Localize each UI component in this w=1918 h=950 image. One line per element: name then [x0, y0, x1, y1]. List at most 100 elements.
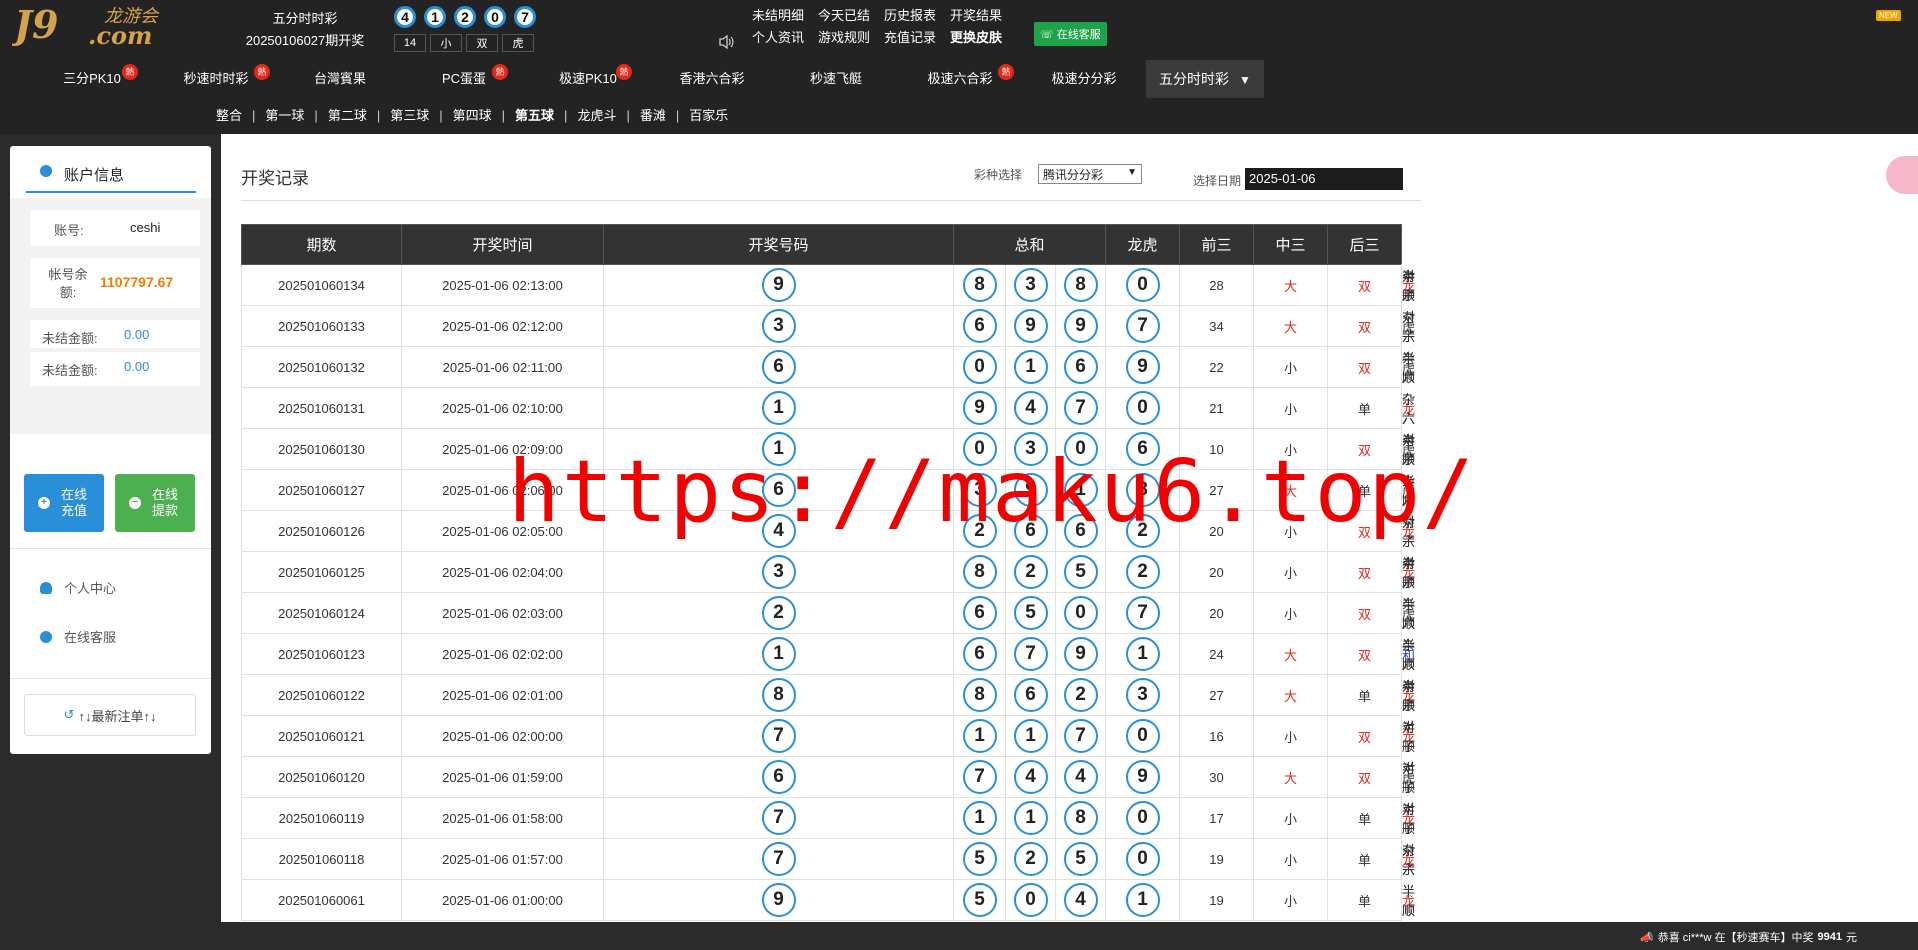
divider — [10, 678, 211, 679]
number-ball: 1 — [1125, 883, 1160, 917]
unsettled-value: 0.00 — [124, 359, 150, 374]
subnav-ball-2[interactable]: 第二球 — [328, 107, 367, 125]
online-service-button[interactable]: ☏ 在线客服 — [1034, 22, 1107, 46]
table-row: 202501060061 2025-01-06 01:00:00 9 5 0 4 1 19 小单… — [241, 879, 1415, 921]
subnav-integrated[interactable]: 整合 — [216, 107, 242, 125]
recharge-button[interactable]: + 在线充值 — [24, 474, 104, 532]
number-ball: 3 — [1125, 678, 1160, 712]
ball-cell: 0 — [1105, 797, 1181, 839]
nav-item-speed-pk10[interactable]: 极速PK10 熱 — [526, 60, 650, 98]
ball-cell: 1 — [1005, 346, 1056, 388]
subnav-ball-1[interactable]: 第一球 — [265, 107, 304, 125]
number-ball: 0 — [962, 432, 997, 466]
link-recharge-record[interactable]: 充值记录 — [884, 28, 936, 48]
sum-cell: 24 — [1179, 633, 1255, 675]
link-game-rules[interactable]: 游戏规则 — [818, 28, 870, 48]
col-time: 开奖时间 — [401, 224, 604, 265]
ball-cell: 6 — [953, 592, 1006, 634]
number-ball: 9 — [962, 391, 997, 425]
nav-item-speed-ffc[interactable]: 极速分分彩 — [1022, 60, 1146, 98]
ball-cell: 7 — [603, 715, 954, 757]
parity-cell: 单 — [1327, 879, 1403, 921]
time-cell: 2025-01-06 02:09:00 — [401, 428, 604, 470]
sum-cell: 17 — [1179, 797, 1255, 839]
ball-cell: 0 — [953, 346, 1006, 388]
withdraw-button[interactable]: − 在线提款 — [115, 474, 195, 532]
table-row: 202501060123 2025-01-06 02:02:00 1 6 7 9 1 24 大双… — [241, 633, 1415, 675]
number-ball: 7 — [1125, 309, 1160, 343]
time-cell: 2025-01-06 02:13:00 — [401, 264, 604, 306]
date-label: 选择日期 — [1193, 174, 1242, 188]
period-cell: 202501060124 — [241, 592, 402, 634]
headset-icon: ☏ — [1040, 28, 1054, 41]
col-back3: 后三 — [1327, 224, 1403, 265]
nav-item-speed-ssc[interactable]: 秒速时时彩熱 — [154, 60, 278, 98]
speaker-icon[interactable] — [718, 34, 736, 50]
period-cell: 202501060061 — [241, 879, 402, 921]
table-row: 202501060118 2025-01-06 01:57:00 7 5 2 5 0 19 小单… — [241, 838, 1415, 880]
ball-cell: 1 — [953, 797, 1006, 839]
sum-cell: 19 — [1179, 879, 1255, 921]
ball-cell: 3 — [1105, 674, 1181, 716]
ball-cell: 5 — [1005, 592, 1056, 634]
time-cell: 2025-01-06 02:03:00 — [401, 592, 604, 634]
nav-label: 台灣賓果 — [313, 71, 366, 86]
table-row: 202501060134 2025-01-06 02:13:00 9 8 3 8 0 28 大双… — [241, 264, 1415, 306]
size-cell: 大 — [1253, 674, 1329, 716]
nav-item-speed-mark-six[interactable]: 极速六合彩熱 — [898, 60, 1022, 98]
top-links: 未结明细 今天已结 历史报表 开奖结果 个人资讯 游戏规则 充值记录 更换皮肤 — [752, 6, 1002, 48]
number-ball: 1 — [1013, 719, 1048, 753]
date-input[interactable]: 2025-01-06 — [1245, 168, 1403, 190]
balance-row: 帐号余额: 1107797.67 — [30, 258, 200, 308]
link-history-report[interactable]: 历史报表 — [884, 6, 936, 26]
sum-cell: 30 — [1179, 756, 1255, 798]
link-draw-results[interactable]: 开奖结果 — [950, 6, 1002, 26]
ball-cell: 8 — [1105, 469, 1181, 511]
nav-item-speed-boat[interactable]: 秒速飞艇 — [774, 60, 898, 98]
number-ball: 9 — [1063, 637, 1098, 671]
table-row: 202501060131 2025-01-06 02:10:00 1 9 4 7 0 21 小单… — [241, 387, 1415, 429]
number-ball: 0 — [1125, 391, 1160, 425]
link-today-settled[interactable]: 今天已结 — [818, 6, 870, 26]
ball-cell: 9 — [1005, 469, 1056, 511]
subnav-fantan[interactable]: 番滩 — [640, 107, 666, 125]
subnav-ball-3[interactable]: 第三球 — [390, 107, 429, 125]
ball-cell: 7 — [1054, 387, 1107, 429]
translate-float-button[interactable] — [1886, 156, 1918, 194]
last-ball: 7 — [514, 6, 536, 28]
latest-orders-button[interactable]: ↺ ↑↓最新注单↑↓ — [24, 694, 196, 736]
subnav-dragon-tiger[interactable]: 龙虎斗 — [577, 107, 616, 125]
ball-cell: 0 — [1005, 879, 1056, 921]
subnav-baccarat[interactable]: 百家乐 — [689, 107, 728, 125]
last-ball: 0 — [484, 6, 506, 28]
subnav-ball-4[interactable]: 第四球 — [453, 107, 492, 125]
nav-item-hk-mark-six[interactable]: 香港六合彩 — [650, 60, 774, 98]
number-ball: 1 — [1063, 473, 1098, 507]
online-service-link[interactable]: 在线客服 — [40, 627, 116, 646]
subnav-ball-5[interactable]: 第五球 — [515, 107, 554, 125]
ball-cell: 5 — [953, 838, 1006, 880]
ball-cell: 2 — [1005, 551, 1056, 593]
ball-cell: 6 — [603, 756, 954, 798]
number-ball: 4 — [1013, 391, 1048, 425]
size-cell: 小 — [1253, 551, 1329, 593]
nav-item-taiwan-bingo[interactable]: 台灣賓果 — [278, 60, 402, 98]
link-unsettled-detail[interactable]: 未结明细 — [752, 6, 804, 26]
ball-cell: 2 — [1105, 510, 1181, 552]
ball-cell: 2 — [953, 510, 1006, 552]
number-ball: 0 — [1063, 596, 1098, 630]
link-personal-info[interactable]: 个人资讯 — [752, 28, 804, 48]
col-mid3: 中三 — [1253, 224, 1329, 265]
last-tag-dragon-tiger: 虎 — [502, 34, 534, 52]
time-cell: 2025-01-06 01:00:00 — [401, 879, 604, 921]
nav-item-pk10-3min[interactable]: 三分PK10 熱 — [30, 60, 154, 98]
size-cell: 小 — [1253, 838, 1329, 880]
ball-cell: 9 — [1105, 346, 1181, 388]
sum-cell: 20 — [1179, 592, 1255, 634]
nav-item-pc-egg[interactable]: PC蛋蛋熱 — [402, 60, 526, 98]
link-change-skin[interactable]: 更换皮肤 — [950, 28, 1002, 48]
nav-item-5min-ssc-active[interactable]: 五分时时彩 ▼ — [1146, 60, 1264, 98]
lottery-type-select[interactable]: 腾讯分分彩 ▼ — [1038, 164, 1142, 184]
personal-center-link[interactable]: 个人中心 — [40, 578, 116, 597]
site-logo[interactable]: J9 龙游会 .com — [8, 2, 192, 50]
